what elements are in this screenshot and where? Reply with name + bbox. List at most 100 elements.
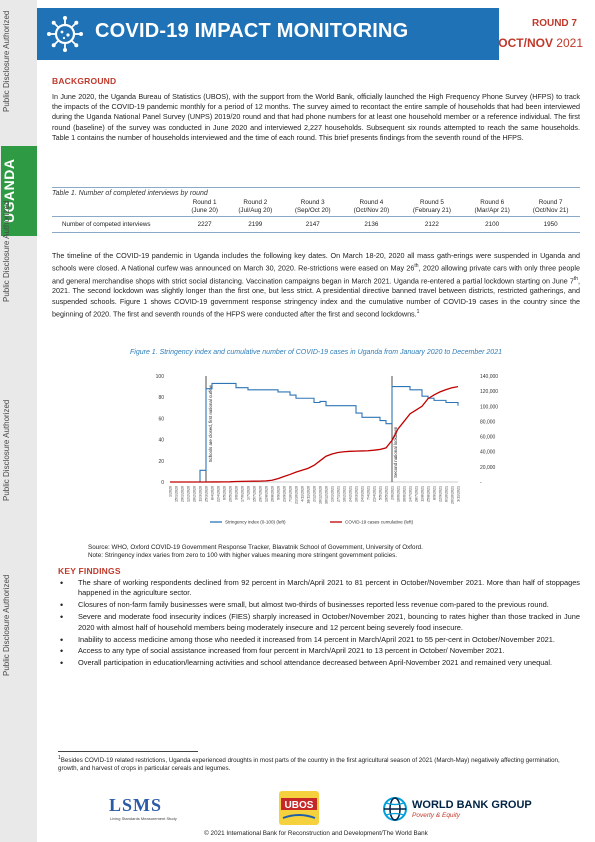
x-tick-label: 24/3/2021 <box>361 486 365 502</box>
x-tick-label: 27/1/2021 <box>337 486 341 502</box>
x-tick-label: 14/7/2021 <box>409 486 413 502</box>
round-label: ROUND 7 <box>531 18 577 29</box>
x-tick-label: 3/11/2021 <box>457 486 461 502</box>
x-tick-label: 7/4/2021 <box>367 486 371 500</box>
table-header-cell: Round 2 (Jul/Aug 20) <box>238 199 273 214</box>
key-findings-heading: KEY FINDINGS <box>58 566 121 576</box>
report-title: COVID-19 IMPACT MONITORING <box>95 20 409 42</box>
y-left-tick-label: 60 <box>158 416 164 422</box>
x-tick-label: 7/10/2020 <box>289 486 293 502</box>
period-year: 2021 <box>556 36 583 50</box>
table-cell: 2227 <box>182 216 228 233</box>
round-box <box>499 8 595 60</box>
x-tick-label: 4/11/2020 <box>301 486 305 502</box>
table-header-cell: Round 7 (Oct/Nov 21) <box>532 199 569 214</box>
background-paragraph: In June 2020, the Uganda Bureau of Stati… <box>52 92 580 142</box>
list-item: Severe and moderate food insecurity indi… <box>58 612 580 633</box>
x-tick-label: 22/4/2020 <box>217 486 221 502</box>
x-tick-label: 29/1/2020 <box>181 486 185 502</box>
table-header-cell: Round 1 (June 20) <box>191 199 218 214</box>
y-left-tick-label: 20 <box>158 459 164 465</box>
background-section: BACKGROUND In June 2020, the Uganda Bure… <box>52 76 580 143</box>
table-cell: 2199 <box>227 216 284 233</box>
x-tick-label: 19/5/2021 <box>385 486 389 502</box>
x-tick-label: 11/8/2021 <box>421 486 425 502</box>
series-line <box>170 382 459 483</box>
x-tick-label: 22/9/2021 <box>439 486 443 502</box>
list-item: Inability to access medicine among those… <box>58 635 580 646</box>
x-tick-label: 1/7/2020 <box>247 486 251 500</box>
page-header: COVID-19 IMPACT MONITORING ROUND 7 OCT/N… <box>37 0 595 66</box>
y-right-tick-label: 60,000 <box>480 435 496 441</box>
disclosure-label-1: Public Disclosure Authorized <box>2 10 11 112</box>
note-text: Note: Stringency index varies from zero … <box>88 552 398 559</box>
x-tick-label: 3/6/2020 <box>235 486 239 500</box>
timeline-paragraph: The timeline of the COVID-19 pandemic in… <box>52 251 580 319</box>
disclosure-sidebar: Public Disclosure Authorized UGANDA Publ… <box>0 0 37 842</box>
x-tick-label: 16/12/2020 <box>319 486 323 504</box>
y-right-tick-label: - <box>480 480 482 486</box>
svg-text:UBOS: UBOS <box>285 800 314 811</box>
x-tick-label: 2/12/2020 <box>313 486 317 502</box>
legend-label: Stringency index (0-100) (left) <box>225 520 286 525</box>
x-tick-label: 15/7/2020 <box>253 486 257 502</box>
table-header-row: Round 1 (June 20) Round 2 (Jul/Aug 20) Rou… <box>52 198 580 217</box>
x-tick-label: 16/6/2021 <box>397 486 401 502</box>
list-item: Access to any type of social assistance … <box>58 646 580 657</box>
x-tick-label: 10/2/2021 <box>343 486 347 502</box>
table-header-cell: Round 6 (Mar/Apr 21) <box>474 199 510 214</box>
world-bank-logo: WORLD BANK GROUP Poverty & Equity <box>382 796 552 824</box>
footnote-ref: 1 <box>416 308 420 315</box>
table-cell: 2122 <box>400 216 464 233</box>
x-tick-label: 18/11/2020 <box>307 486 311 504</box>
x-tick-label: 5/5/2021 <box>379 486 383 500</box>
footnote-divider <box>58 751 198 752</box>
y-right-tick-label: 140,000 <box>480 374 498 380</box>
x-tick-label: 24/2/2021 <box>349 486 353 502</box>
list-item: Overall participation in education/learn… <box>58 658 580 669</box>
stringency-chart: 0 20 40 60 80 100 - 20,000 40,000 60,000 80,000 100… <box>140 364 500 534</box>
x-tick-label: 29/7/2020 <box>259 486 263 502</box>
y-right-tick-label: 20,000 <box>480 465 496 471</box>
table-header-cell: Round 4 (Oct/Nov 20) <box>353 199 390 214</box>
y-left-tick-label: 100 <box>156 374 165 380</box>
period-label: OCT/NOV 2021 <box>498 36 583 50</box>
table-row-label: Number of competed interviews <box>52 216 182 233</box>
x-tick-label: 21/4/2021 <box>373 486 377 502</box>
x-tick-label: 9/9/2020 <box>277 486 281 500</box>
x-tick-label: 30/12/2020 <box>325 486 329 504</box>
x-tick-label: 21/10/2020 <box>295 486 299 504</box>
copyright: © 2021 International Bank for Reconstruc… <box>204 830 428 837</box>
footnote: 1Besides COVID-19 related restrictions, … <box>58 755 560 773</box>
logo-strip: LSMS Living Standards Measurement Study … <box>37 790 595 826</box>
table-cell: 1950 <box>521 216 580 233</box>
table-cell: 2147 <box>283 216 343 233</box>
table-header-cell: Round 3 (Sep/Oct 20) <box>294 199 331 214</box>
y-right-tick-label: 80,000 <box>480 419 496 425</box>
table-cell: 2100 <box>463 216 522 233</box>
table-header-blank <box>52 198 182 217</box>
table-row: Number of competed interviews 2227 2199 … <box>52 216 580 233</box>
y-right-tick-label: 40,000 <box>480 450 496 456</box>
x-tick-label: 28/7/2021 <box>415 486 419 502</box>
x-tick-label: 6/5/2020 <box>223 486 227 500</box>
y-left-tick-label: 80 <box>158 395 164 401</box>
period-months: OCT/NOV <box>498 36 553 50</box>
x-tick-label: 12/8/2020 <box>265 486 269 502</box>
x-tick-label: 26/8/2020 <box>271 486 275 502</box>
x-tick-label: 20/5/2020 <box>229 486 233 502</box>
x-tick-label: 8/4/2020 <box>211 486 215 500</box>
x-tick-label: 17/6/2020 <box>241 486 245 502</box>
disclosure-label-3: Public Disclosure Authorized <box>2 399 11 501</box>
x-tick-label: 12/2/2020 <box>187 486 191 502</box>
table-cell: 2136 <box>342 216 401 233</box>
x-tick-label: 20/10/2021 <box>451 486 455 504</box>
x-tick-label: 8/9/2021 <box>433 486 437 500</box>
table-header-cell: Round 5 (February 21) <box>412 199 451 214</box>
table-caption: Table 1. Number of completed interviews … <box>52 187 580 197</box>
annotation-label: Schools are closed, first national curfe… <box>208 384 213 462</box>
y-right-tick-label: 120,000 <box>480 389 498 395</box>
x-tick-label: 23/9/2020 <box>283 486 287 502</box>
x-tick-label: 26/2/2020 <box>193 486 197 502</box>
ubos-logo: UBOS <box>279 791 319 825</box>
